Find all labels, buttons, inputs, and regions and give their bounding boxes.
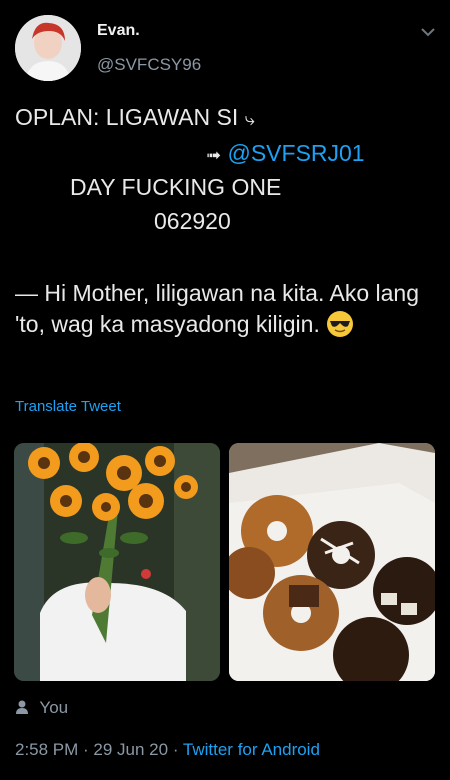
sunflower-photo [14, 443, 220, 681]
mention-link[interactable]: @SVFSRJ01 [227, 140, 364, 166]
avatar[interactable] [15, 15, 81, 81]
tweet-line-3: DAY FUCKING ONE [70, 174, 282, 200]
chevron-down-icon[interactable] [420, 24, 436, 40]
tweet-body: — Hi Mother, liligawan na kita. Ako lang… [15, 278, 435, 340]
right-arrow-icon: ➟ [206, 145, 222, 165]
tweet-line-1: OPLAN: LIGAWAN SI ⤷ [15, 102, 435, 135]
translate-tweet-link[interactable]: Translate Tweet [15, 398, 121, 415]
reply-by[interactable]: You [15, 698, 68, 718]
curved-arrow-icon: ⤷ [244, 109, 255, 129]
tweet-line-4: 062920 [154, 208, 231, 234]
user-handle[interactable]: @SVFCSY96 [97, 55, 201, 75]
client-link[interactable]: Twitter for Android [183, 740, 320, 759]
tweet-meta: 2:58 PM · 29 Jun 20 · Twitter for Androi… [15, 740, 320, 760]
sunglasses-emoji-icon [326, 311, 353, 337]
reply-by-label: You [39, 698, 69, 717]
media-image-sunflowers[interactable] [14, 443, 220, 681]
user-icon [16, 700, 28, 714]
donuts-photo [229, 443, 435, 681]
tweet-body-text: — Hi Mother, liligawan na kita. Ako lang… [15, 280, 419, 337]
display-name[interactable]: Evan. [97, 22, 140, 40]
avatar-image [15, 15, 81, 81]
tweet-line-1-text: OPLAN: LIGAWAN SI [15, 104, 245, 130]
tweet-line-2: ➟ @SVFSRJ01 [206, 138, 446, 171]
timestamp: 2:58 PM · 29 Jun 20 · [15, 740, 183, 759]
media-image-donuts[interactable] [229, 443, 435, 681]
tweet-header: Evan. @SVFCSY96 [0, 0, 450, 90]
